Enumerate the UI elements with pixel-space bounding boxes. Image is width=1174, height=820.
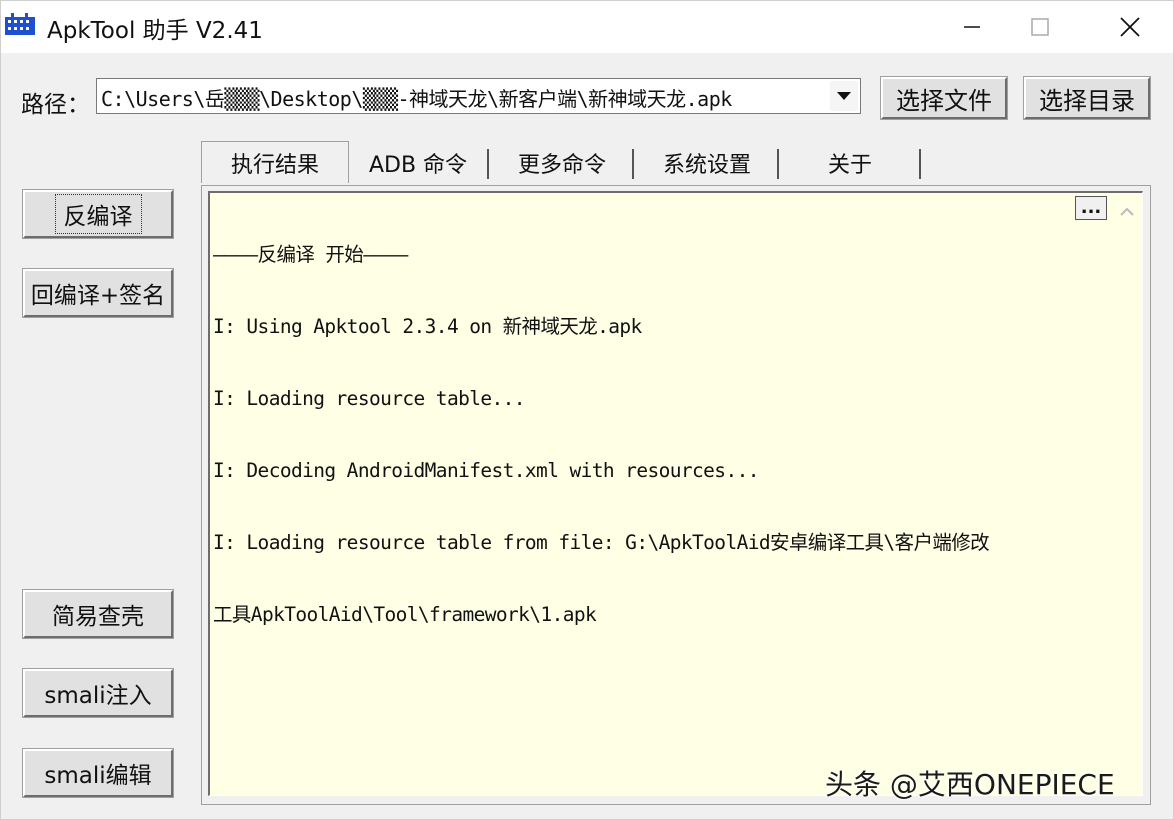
decompile-button[interactable]: 反编译 (22, 189, 174, 239)
output-line: ————反编译 开始———— (213, 243, 408, 266)
maximize-button[interactable] (1011, 1, 1069, 53)
tab-results[interactable]: 执行结果 (201, 141, 349, 183)
maximize-icon (1031, 18, 1049, 36)
select-file-button[interactable]: 选择文件 (880, 76, 1008, 120)
minimize-icon (964, 26, 980, 28)
recompile-sign-button[interactable]: 回编译+签名 (22, 268, 174, 318)
output-line: 工具ApkToolAid\Tool\framework\1.apk (213, 603, 597, 626)
title-bar[interactable]: ApkTool 助手 V2.41 (1, 1, 1173, 53)
tab-separator (487, 149, 489, 179)
select-directory-button[interactable]: 选择目录 (1023, 76, 1151, 120)
tab-about[interactable]: 关于 (783, 145, 917, 181)
output-line: I: Using Apktool 2.3.4 on 新神域天龙.apk (213, 315, 642, 338)
output-textarea[interactable]: ————反编译 开始———— I: Using Apktool 2.3.4 on… (208, 191, 1143, 796)
app-window: ApkTool 助手 V2.41 路径： C:\Users\岳▒▒▒\Deskt… (0, 0, 1174, 820)
minimize-button[interactable] (943, 1, 1001, 53)
tab-separator (919, 149, 921, 179)
smali-edit-button[interactable]: smali编辑 (22, 748, 174, 798)
chevron-down-icon (837, 92, 851, 100)
close-icon (1120, 17, 1140, 37)
tab-separator (777, 149, 779, 179)
vertical-scrollbar[interactable] (1112, 193, 1142, 795)
tab-more-commands[interactable]: 更多命令 (493, 145, 631, 181)
combo-dropdown-button[interactable] (830, 81, 858, 111)
path-combobox[interactable]: C:\Users\岳▒▒▒\Desktop\▒▒▒-神域天龙\新客户端\新神域天… (96, 78, 861, 114)
window-title: ApkTool 助手 V2.41 (47, 18, 263, 44)
smali-inject-button[interactable]: smali注入 (22, 668, 174, 718)
close-button[interactable] (1101, 1, 1159, 53)
tab-adb-commands[interactable]: ADB 命令 (353, 145, 483, 181)
app-icon (5, 13, 35, 35)
decompile-button-label: 反编译 (54, 194, 142, 234)
tab-separator (632, 149, 634, 179)
check-shell-button[interactable]: 简易查壳 (22, 589, 174, 639)
scroll-up-icon[interactable] (1118, 205, 1136, 219)
path-value: C:\Users\岳▒▒▒\Desktop\▒▒▒-神域天龙\新客户端\新神域天… (101, 87, 732, 111)
watermark: 头条 @艾西ONEPIECE (825, 768, 1115, 801)
output-lines: ————反编译 开始———— I: Using Apktool 2.3.4 on… (213, 195, 1093, 675)
more-options-button[interactable]: ... (1075, 196, 1107, 220)
output-line: I: Loading resource table... (213, 387, 526, 410)
tab-system-settings[interactable]: 系统设置 (638, 145, 776, 181)
path-label: 路径： (21, 92, 90, 118)
output-line: I: Loading resource table from file: G:\… (213, 531, 990, 554)
output-line: I: Decoding AndroidManifest.xml with res… (213, 459, 759, 482)
